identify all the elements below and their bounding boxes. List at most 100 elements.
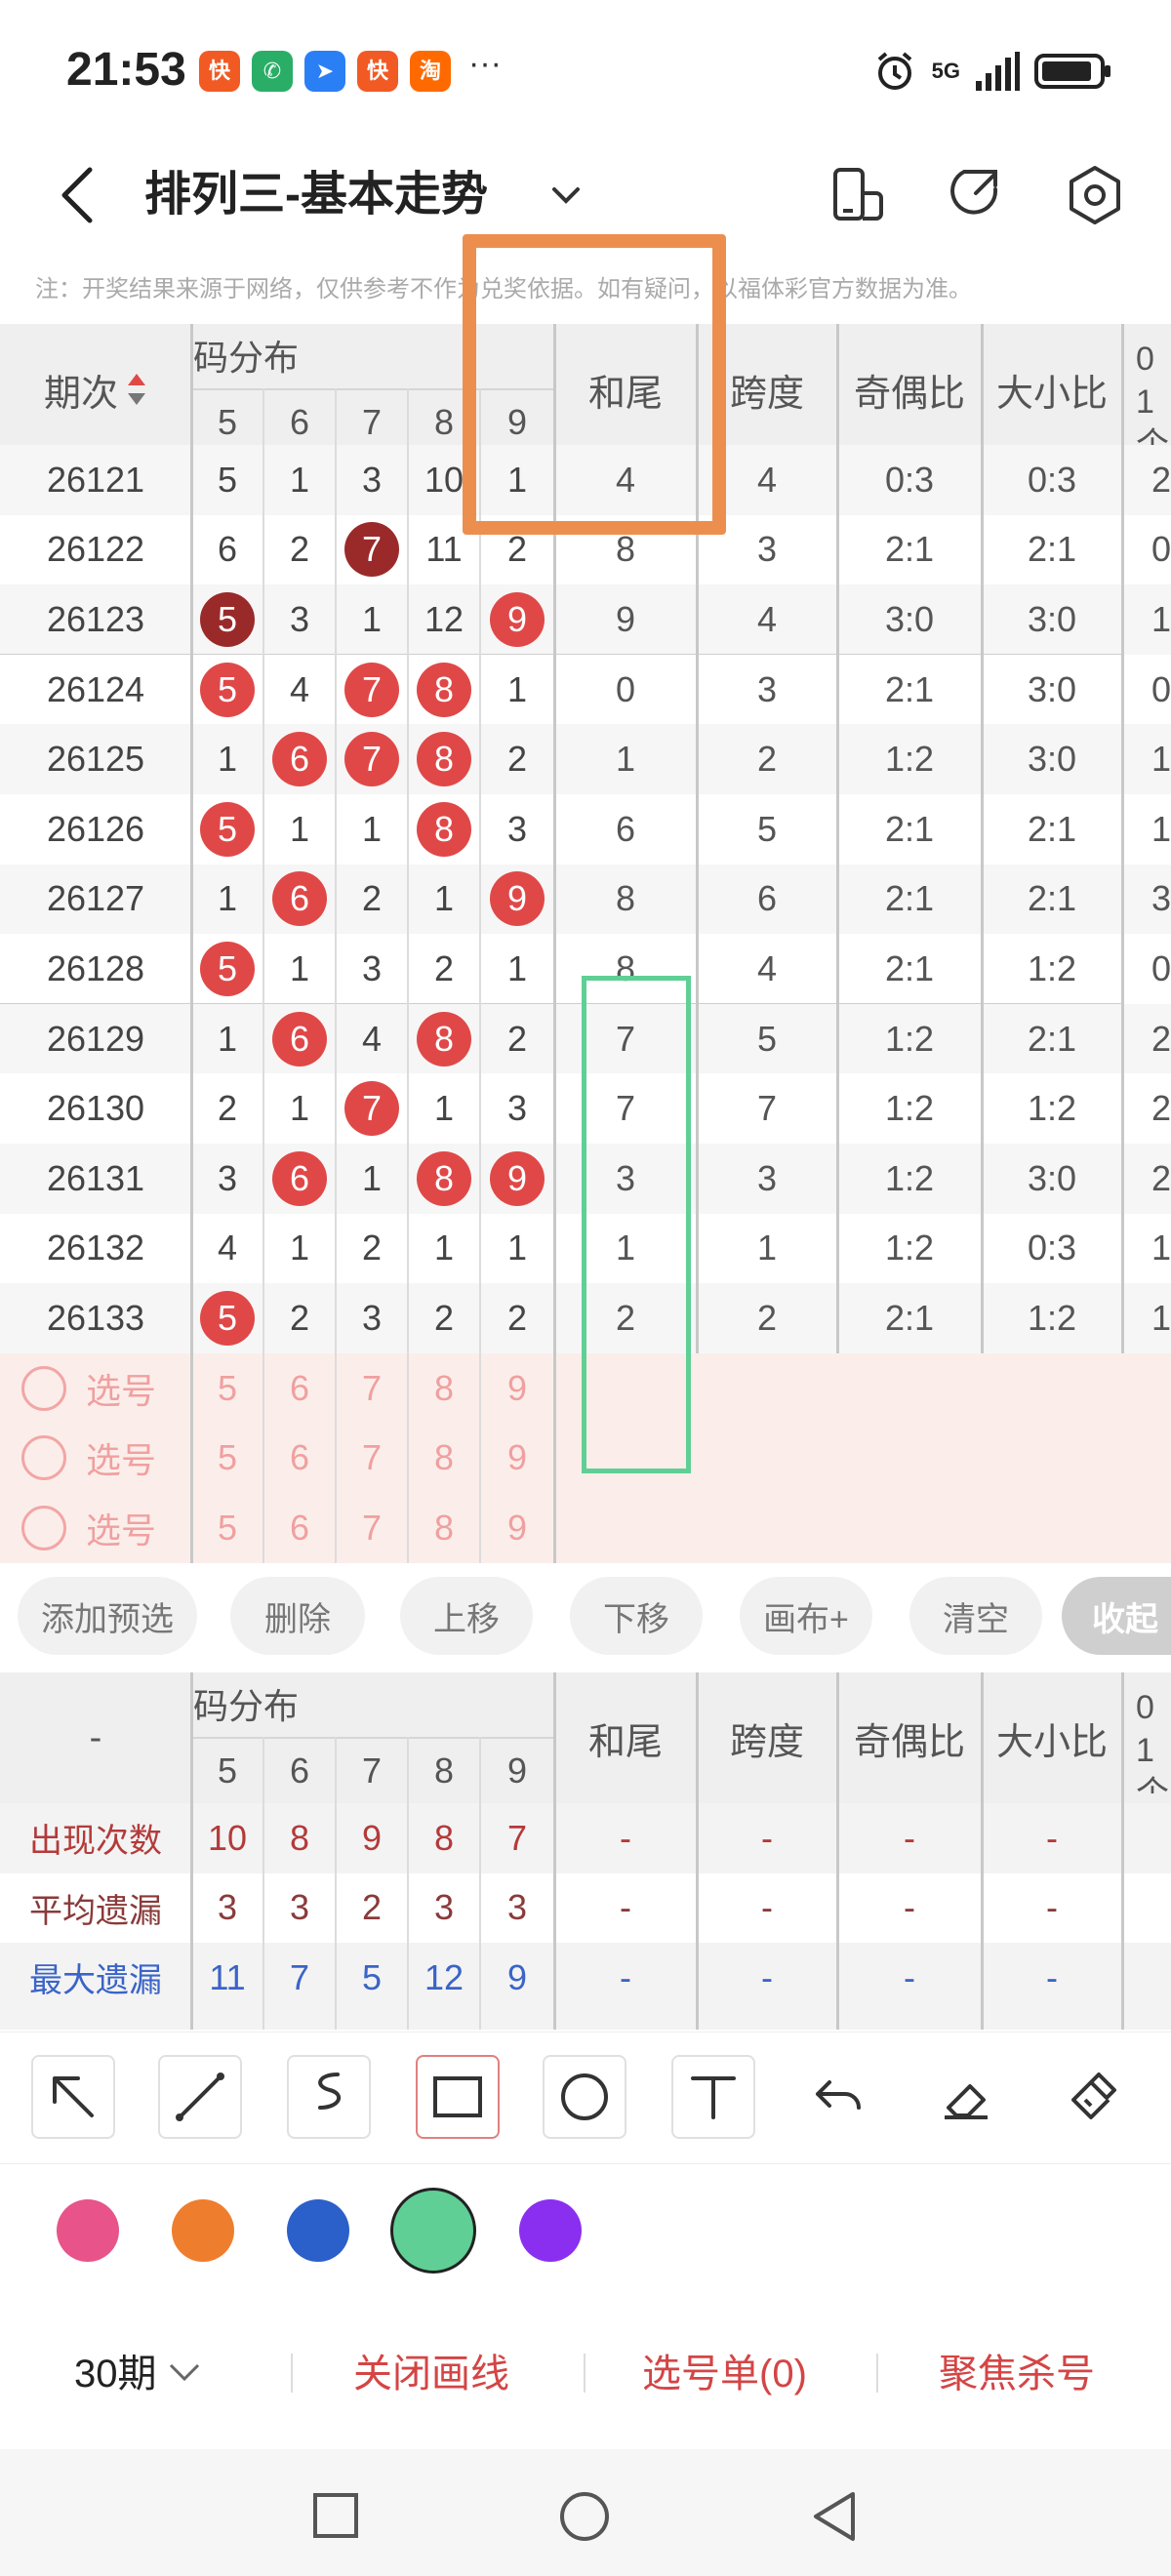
digit-cell: 1 [263,445,336,515]
drawn-rectangle-orange[interactable] [463,234,726,535]
stats-value: 8 [433,1817,455,1858]
pick-digit[interactable]: 7 [336,1353,408,1424]
back-icon[interactable] [51,156,109,234]
clear-brush-tool-icon[interactable] [1052,2055,1136,2139]
digit-cell: 1 [191,724,263,794]
close-draw-button[interactable]: 关闭画线 [353,2342,509,2398]
digit-cell: 2 [263,1283,336,1353]
action-button-1[interactable]: 删除 [230,1577,365,1655]
period-select[interactable]: 30期 [74,2342,204,2398]
miss-count: 1 [289,1228,310,1268]
home-icon[interactable] [558,2490,611,2543]
circle-tool-icon[interactable] [543,2055,626,2139]
column-group-label: 码分布 [193,338,300,378]
stats-value: 2 [361,1887,383,1928]
stats-value: 3 [433,1887,455,1928]
focus-kill-button[interactable]: 聚焦杀号 [939,2342,1095,2398]
pick-digit[interactable]: 6 [263,1493,336,1563]
pick-digit[interactable]: 9 [480,1353,554,1424]
column-header-label: - [89,1716,102,1758]
pick-digit[interactable]: 7 [336,1423,408,1493]
radio-circle-icon[interactable] [21,1365,66,1411]
digit-cell: 3 [263,584,336,655]
status-bar: 21:53 快 ✆ ➤ 快淘 ··· 5G [0,0,1171,137]
miss-count: 12 [424,598,464,639]
undo-tool-icon[interactable] [798,2055,882,2139]
miss-count: 1 [289,947,310,988]
kuadu-cell: 1 [756,1228,778,1268]
action-button-0[interactable]: 添加预选 [18,1577,197,1655]
column-divider-thin [335,1737,337,2030]
pick-digit[interactable]: 5 [191,1423,263,1493]
pick-digit[interactable]: 9 [480,1423,554,1493]
pick-select[interactable]: 选号 [0,1423,191,1493]
stats-dash: - [1046,1887,1058,1928]
period-cell: 26121 [46,459,145,500]
period-cell: 26126 [46,808,145,849]
text-tool-icon[interactable] [671,2055,755,2139]
share-icon[interactable] [939,160,1009,230]
pick-digit[interactable]: 8 [408,1423,480,1493]
radio-circle-icon[interactable] [21,1505,66,1550]
pick-digit[interactable]: 5 [191,1353,263,1424]
digit-cell: 1 [191,865,263,935]
table-row[interactable]: 26124 5 4 7 8 1 0 3 2:1 3:0 0 [0,654,1171,725]
digit-cell: 3 [480,794,554,865]
action-button-6[interactable]: 收起 [1062,1577,1171,1655]
action-button-2[interactable]: 上移 [400,1577,533,1655]
extra-cell: 2 [1151,1088,1171,1129]
eraser-tool-icon[interactable] [925,2055,1009,2139]
pick-list-button[interactable]: 选号单(0) [642,2342,807,2398]
rect-tool-icon[interactable] [416,2055,500,2139]
phone-landscape-icon[interactable] [822,160,892,230]
miss-count: 1 [217,739,238,780]
action-button-4[interactable]: 画布+ [740,1577,872,1655]
color-swatch-4[interactable] [519,2199,582,2262]
drawn-rectangle-green[interactable] [582,976,691,1473]
arrow-tool-icon[interactable] [31,2055,115,2139]
table-row[interactable]: 26123 5 3 1 12 9 9 4 3:0 3:0 1 [0,584,1171,656]
pick-digit[interactable]: 9 [480,1493,554,1563]
table-row[interactable]: 26126 5 1 1 8 3 6 5 2:1 2:1 1 [0,794,1171,865]
stats-value: 7 [506,1817,528,1858]
pick-digit[interactable]: 8 [408,1353,480,1424]
freehand-tool-icon[interactable] [287,2055,371,2139]
miss-count: 2 [506,529,528,570]
jiou-cell: 2:1 [884,1297,935,1338]
color-swatch-0[interactable] [57,2199,119,2262]
digit-cell: 2 [408,1283,480,1353]
sort-icon[interactable] [126,370,147,409]
color-swatch-3[interactable] [390,2188,476,2274]
table-row[interactable]: 26127 1 6 2 1 9 8 6 2:1 2:1 3 [0,864,1171,935]
pick-digit[interactable]: 7 [336,1493,408,1563]
settings-icon[interactable] [1060,160,1130,230]
miss-count: 1 [506,1228,528,1268]
recent-apps-icon[interactable] [312,2492,359,2539]
action-button-5[interactable]: 清空 [909,1577,1042,1655]
miss-count: 2 [433,1297,455,1338]
digit-cell: 2 [263,515,336,585]
jiou-cell: 1:2 [884,1018,935,1059]
column-header-extra: 01个 [1136,1689,1169,1793]
table-row[interactable]: 26125 1 6 7 8 2 1 2 1:2 3:0 1 [0,724,1171,794]
line-tool-icon[interactable] [158,2055,242,2139]
hit-ball: 5 [200,1290,255,1346]
pick-digit[interactable]: 6 [263,1353,336,1424]
back-nav-icon[interactable] [810,2490,859,2543]
period-sort-header[interactable]: 期次 [0,324,191,455]
miss-count: 3 [217,1157,238,1198]
page-title[interactable]: 排列三-基本走势 [144,156,488,234]
miss-count: 1 [361,808,383,849]
pick-select[interactable]: 选号 [0,1353,191,1424]
radio-circle-icon[interactable] [21,1435,66,1481]
color-swatch-1[interactable] [172,2199,234,2262]
pick-digit[interactable]: 8 [408,1493,480,1563]
pick-digit[interactable]: 6 [263,1423,336,1493]
period-cell: 26132 [46,1228,145,1268]
hit-ball: 5 [200,662,255,717]
action-button-3[interactable]: 下移 [570,1577,703,1655]
pick-select[interactable]: 选号 [0,1493,191,1563]
chevron-down-icon[interactable] [546,176,586,215]
pick-digit[interactable]: 5 [191,1493,263,1563]
color-swatch-2[interactable] [287,2199,349,2262]
